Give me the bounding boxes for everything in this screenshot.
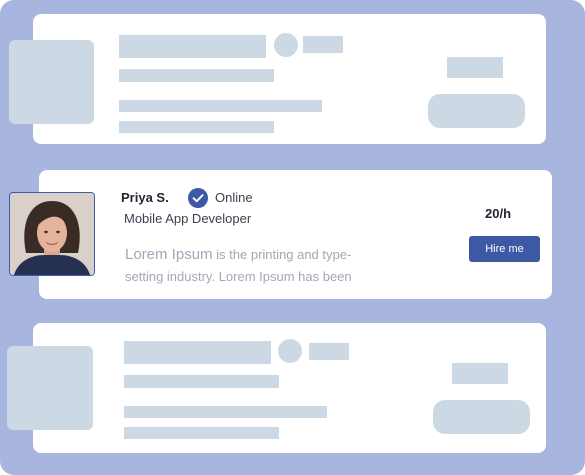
placeholder-role-bar [119,69,274,82]
check-circle-icon [188,188,208,208]
freelancer-name: Priya S. [121,190,169,205]
placeholder-avatar [7,346,93,430]
placeholder-card-top [9,14,546,144]
placeholder-text-bar [124,406,327,418]
freelancer-role: Mobile App Developer [124,211,252,226]
placeholder-avatar [9,40,94,124]
online-status: Online [215,190,253,205]
placeholder-button [428,94,525,128]
freelancer-list-illustration: Priya S. Online Mobile App Developer Lor… [0,0,585,475]
placeholder-text-bar [119,121,274,133]
hourly-rate: 20/h [485,206,512,221]
freelancer-description: Lorem Ipsum is the printing and type-set… [125,244,385,288]
placeholder-role-bar [124,375,279,388]
placeholder-card-bottom [7,323,546,453]
hire-me-button[interactable]: Hire me [469,236,540,262]
placeholder-text-bar [119,100,322,112]
placeholder-text-bar [124,427,279,439]
freelancer-card[interactable]: Priya S. Online Mobile App Developer Lor… [39,170,552,299]
placeholder-badge [278,339,302,363]
placeholder-name-bar [119,35,266,58]
freelancer-avatar [9,192,95,276]
placeholder-badge [274,33,298,57]
placeholder-rate-bar [447,57,503,78]
placeholder-rate-bar [452,363,508,384]
description-lead: Lorem Ipsum [125,246,213,263]
placeholder-status-bar [309,343,349,360]
placeholder-status-bar [303,36,343,53]
placeholder-button [433,400,530,434]
placeholder-name-bar [124,341,271,364]
